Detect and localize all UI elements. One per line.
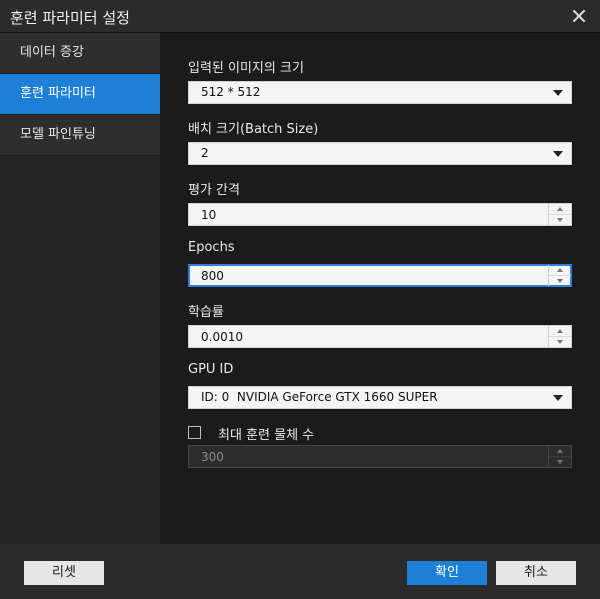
max-objects-checkbox[interactable] xyxy=(188,426,201,439)
increment-icon xyxy=(549,446,571,457)
eval-interval-field: 평가 간격 xyxy=(188,179,572,226)
decrement-icon[interactable] xyxy=(549,276,571,286)
batch-size-label: 배치 크기(Batch Size) xyxy=(188,122,319,137)
max-objects-field xyxy=(188,439,572,468)
eval-interval-input[interactable] xyxy=(189,204,556,225)
batch-size-field: 배치 크기(Batch Size) 2 xyxy=(188,118,572,165)
batch-size-select[interactable]: 2 xyxy=(188,142,572,165)
learning-rate-spinbox xyxy=(188,325,572,348)
epochs-label: Epochs xyxy=(188,240,235,255)
decrement-icon xyxy=(549,457,571,467)
learning-rate-field: 학습률 xyxy=(188,301,572,348)
title-bar: 훈련 파라미터 설정 xyxy=(0,0,600,33)
increment-icon[interactable] xyxy=(549,326,571,337)
batch-size-value: 2 xyxy=(201,146,209,160)
learning-rate-stepper xyxy=(548,326,571,347)
sidebar: 데이터 증강 훈련 파라미터 모델 파인튜닝 xyxy=(0,33,160,544)
eval-interval-stepper xyxy=(548,204,571,225)
gpu-id-value: ID: 0 NVIDIA GeForce GTX 1660 SUPER xyxy=(201,390,438,404)
input-size-field: 입력된 이미지의 크기 512 * 512 xyxy=(188,57,572,104)
decrement-icon[interactable] xyxy=(549,215,571,225)
close-icon[interactable] xyxy=(572,9,586,23)
chevron-down-icon xyxy=(553,90,563,96)
input-size-label: 입력된 이미지의 크기 xyxy=(188,61,304,76)
input-size-select[interactable]: 512 * 512 xyxy=(188,81,572,104)
eval-interval-spinbox xyxy=(188,203,572,226)
gpu-id-label: GPU ID xyxy=(188,362,234,377)
increment-icon[interactable] xyxy=(549,204,571,215)
settings-panel: 입력된 이미지의 크기 512 * 512 배치 크기(Batch Size) … xyxy=(160,33,600,544)
chevron-down-icon xyxy=(553,151,563,157)
increment-icon[interactable] xyxy=(549,265,571,276)
learning-rate-label: 학습률 xyxy=(188,305,224,320)
cancel-button[interactable]: 취소 xyxy=(496,561,576,585)
chevron-down-icon xyxy=(553,395,563,401)
sidebar-item-model-finetuning[interactable]: 모델 파인튜닝 xyxy=(0,115,160,156)
dialog-footer: 리셋 확인 취소 xyxy=(0,544,600,599)
epochs-field: Epochs xyxy=(188,240,572,287)
epochs-spinbox xyxy=(188,264,572,287)
epochs-input[interactable] xyxy=(189,265,556,286)
reset-button[interactable]: 리셋 xyxy=(24,561,104,585)
decrement-icon[interactable] xyxy=(549,337,571,347)
window-title: 훈련 파라미터 설정 xyxy=(10,9,130,27)
max-objects-input xyxy=(189,446,556,467)
sidebar-item-data-augmentation[interactable]: 데이터 증강 xyxy=(0,33,160,74)
confirm-button[interactable]: 확인 xyxy=(407,561,487,585)
learning-rate-input[interactable] xyxy=(189,326,556,347)
sidebar-item-training-parameters[interactable]: 훈련 파라미터 xyxy=(0,74,160,115)
gpu-id-select[interactable]: ID: 0 NVIDIA GeForce GTX 1660 SUPER xyxy=(188,386,572,409)
input-size-value: 512 * 512 xyxy=(201,85,261,99)
max-objects-spinbox xyxy=(188,445,572,468)
epochs-stepper xyxy=(548,265,571,286)
eval-interval-label: 평가 간격 xyxy=(188,183,240,198)
gpu-id-field: GPU ID ID: 0 NVIDIA GeForce GTX 1660 SUP… xyxy=(188,362,572,409)
max-objects-stepper xyxy=(548,446,571,467)
